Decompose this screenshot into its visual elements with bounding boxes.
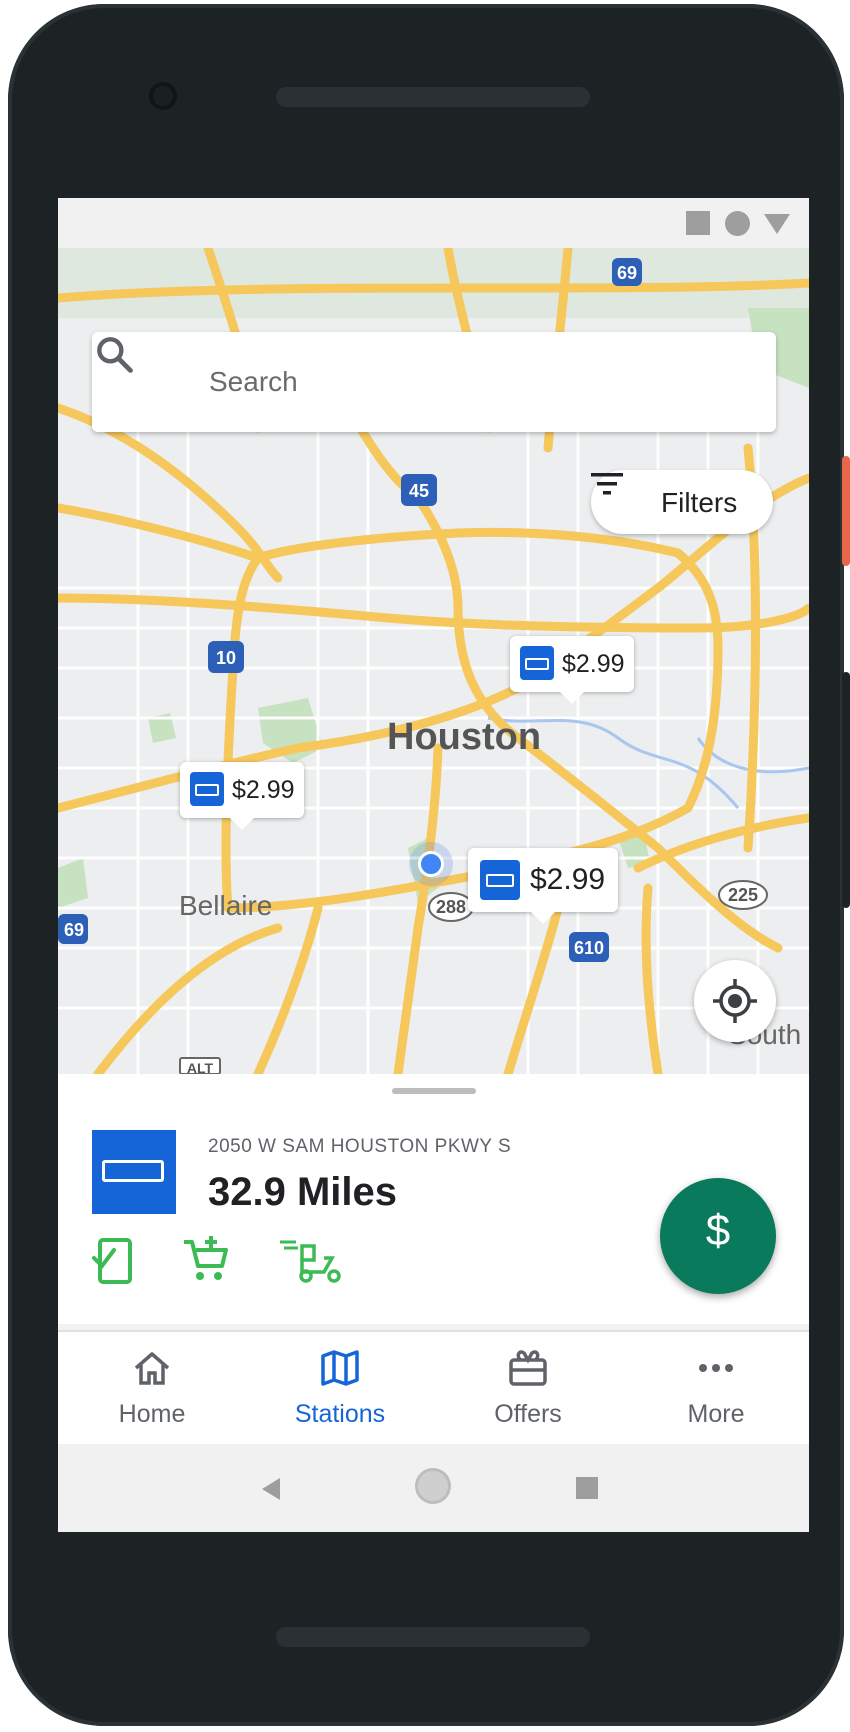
- price-pin[interactable]: $2.99: [180, 762, 304, 830]
- price-label: $2.99: [530, 863, 606, 896]
- svg-text:ALT: ALT: [187, 1060, 214, 1074]
- svg-text:69: 69: [64, 920, 84, 940]
- app-screen: 69 45 10 288 610 225 69 ALT Houston Bell…: [58, 198, 809, 1532]
- phone-frame: 69 45 10 288 610 225 69 ALT Houston Bell…: [8, 4, 844, 1726]
- power-button: [842, 456, 850, 566]
- station-brand-logo: [92, 1130, 176, 1214]
- station-brand-icon: [520, 646, 554, 680]
- dollar-icon: $: [705, 1206, 731, 1255]
- filter-icon: [591, 473, 623, 495]
- square-icon: [686, 211, 710, 235]
- area-label-bellaire: Bellaire: [179, 890, 273, 921]
- more-icon: [699, 1364, 733, 1372]
- nav-offers[interactable]: Offers: [434, 1332, 622, 1446]
- svg-text:288: 288: [436, 897, 466, 917]
- status-bar: [58, 198, 809, 248]
- earpiece-speaker: [276, 87, 590, 107]
- volume-button: [842, 672, 850, 908]
- nav-label: Offers: [494, 1400, 562, 1428]
- svg-text:610: 610: [574, 938, 604, 958]
- triangle-icon: [764, 214, 790, 234]
- map-icon: [321, 1350, 359, 1386]
- nav-stations[interactable]: Stations: [246, 1332, 434, 1446]
- bottom-navigation: Home Stations Offers More: [58, 1330, 809, 1446]
- back-icon[interactable]: [262, 1478, 280, 1500]
- search-input[interactable]: Search: [209, 366, 298, 398]
- price-label: $2.99: [562, 650, 625, 678]
- crosshair-icon: [713, 979, 757, 1023]
- map-view[interactable]: 69 45 10 288 610 225 69 ALT Houston Bell…: [58, 248, 809, 1074]
- nav-label: More: [687, 1400, 745, 1428]
- home-icon: [134, 1352, 170, 1385]
- svg-text:225: 225: [728, 885, 758, 905]
- bottom-speaker: [276, 1627, 590, 1647]
- user-location-dot: [409, 842, 453, 886]
- nav-label: Home: [118, 1400, 186, 1428]
- nav-label: Stations: [294, 1400, 386, 1428]
- home-button-icon[interactable]: [415, 1468, 451, 1504]
- station-address: 2050 W SAM HOUSTON PKWY S: [208, 1136, 512, 1157]
- svg-text:10: 10: [216, 648, 236, 668]
- station-brand-icon: [190, 772, 224, 806]
- sheet-drag-handle[interactable]: [392, 1088, 476, 1094]
- delivery-icon: [280, 1240, 341, 1283]
- price-pin-selected[interactable]: $2.99: [468, 848, 618, 924]
- price-label: $2.99: [232, 776, 295, 804]
- station-distance: 32.9 Miles: [208, 1170, 398, 1214]
- filters-label: Filters: [661, 487, 738, 518]
- search-icon: [97, 337, 133, 373]
- price-pin[interactable]: $2.99: [510, 636, 634, 704]
- city-label: Houston: [387, 716, 542, 758]
- search-bar[interactable]: Search: [92, 332, 776, 432]
- nav-home[interactable]: Home: [58, 1332, 246, 1446]
- circle-icon: [725, 211, 750, 236]
- nav-more[interactable]: More: [622, 1332, 809, 1446]
- svg-text:69: 69: [617, 263, 637, 283]
- recents-icon[interactable]: [576, 1477, 598, 1499]
- svg-text:45: 45: [409, 481, 429, 501]
- mobile-pay-icon: [92, 1238, 132, 1284]
- pay-button[interactable]: $: [660, 1178, 776, 1294]
- filters-button[interactable]: Filters: [591, 470, 773, 534]
- system-navigation-bar: [58, 1444, 809, 1532]
- station-detail-sheet[interactable]: 2050 W SAM HOUSTON PKWY S 32.9 Miles $: [58, 1074, 809, 1324]
- gift-icon: [509, 1350, 547, 1386]
- add-to-cart-icon: [184, 1236, 228, 1280]
- station-brand-icon: [480, 860, 520, 900]
- my-location-button[interactable]: [694, 960, 776, 1042]
- front-camera: [149, 82, 177, 110]
